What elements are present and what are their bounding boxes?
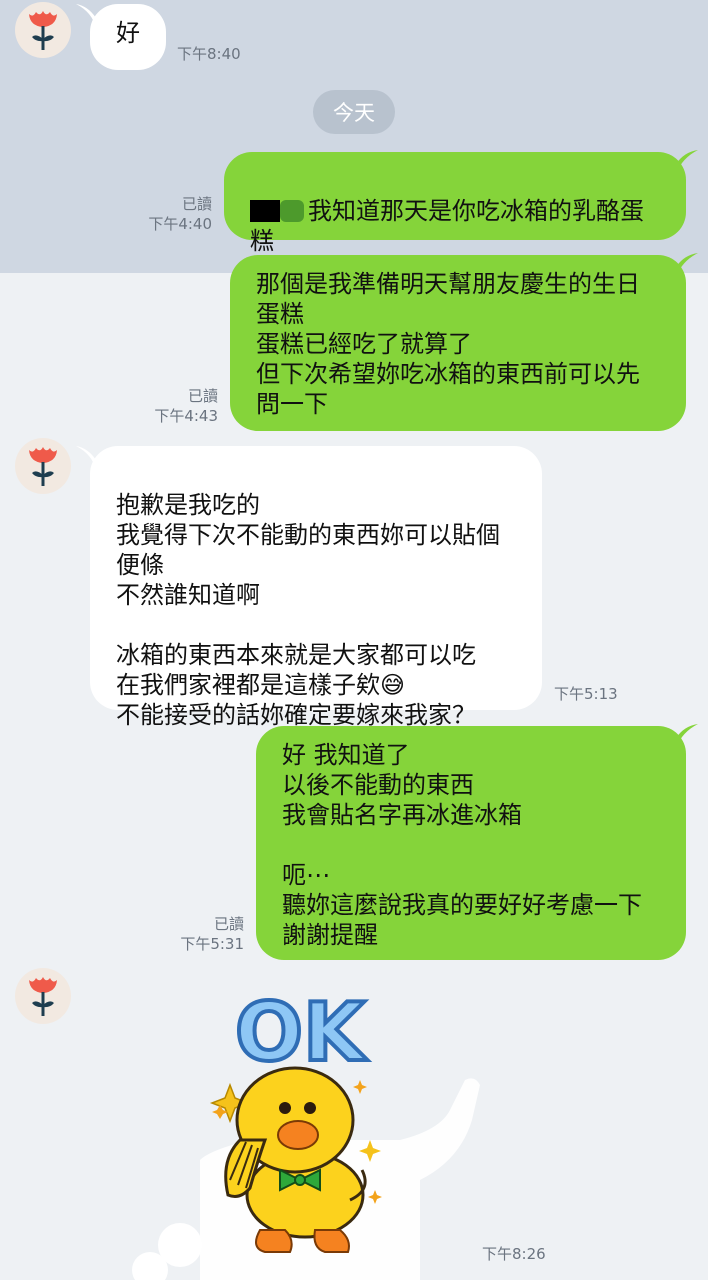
sweat-smile-emoji: 😅 [380, 671, 406, 699]
message-time: 下午4:43 [154, 407, 218, 425]
redacted-name-blur [280, 200, 304, 222]
contact-avatar[interactable] [15, 2, 71, 58]
red-flower-icon [29, 977, 57, 1016]
contact-avatar[interactable] [15, 968, 71, 1024]
read-receipt: 已讀 [187, 387, 218, 405]
date-divider: 今天 [313, 90, 395, 134]
incoming-message[interactable]: 好 [90, 4, 166, 70]
contact-avatar[interactable] [15, 438, 71, 494]
bubble-tail [676, 150, 698, 174]
bubble-tail [676, 253, 698, 277]
chat-view[interactable]: 好 下午8:40 今天 已讀 下午4:40 我知道那天是你吃冰箱的乳酪蛋 糕 已… [0, 0, 708, 1280]
message-text: 抱歉是我吃的 我覺得下次不能動的東西妳可以貼個 便條 不然誰知道啊 冰箱的東西本… [116, 491, 500, 699]
red-flower-icon [29, 447, 57, 486]
message-time: 下午8:26 [482, 1245, 546, 1263]
red-flower-icon [29, 11, 57, 50]
message-time: 下午5:13 [554, 685, 618, 703]
outgoing-message[interactable]: 那個是我準備明天幫朋友慶生的生日 蛋糕 蛋糕已經吃了就算了 但下次希望妳吃冰箱的… [230, 255, 686, 431]
outgoing-message[interactable]: 好 我知道了 以後不能動的東西 我會貼名字再冰進冰箱 呃⋯ 聽妳這麼說我真的要好… [256, 726, 686, 960]
message-time: 下午8:40 [177, 45, 241, 63]
message-time: 下午4:40 [148, 215, 212, 233]
redacted-name [250, 200, 280, 222]
read-receipt: 已讀 [181, 195, 212, 213]
bubble-tail [676, 724, 698, 748]
read-receipt: 已讀 [213, 915, 244, 933]
incoming-message[interactable]: 抱歉是我吃的 我覺得下次不能動的東西妳可以貼個 便條 不然誰知道啊 冰箱的東西本… [90, 446, 542, 729]
message-text: 不能接受的話妳確定要嫁來我家？ [116, 701, 476, 729]
sticker-ok-text: OK [235, 990, 368, 1079]
message-time: 下午5:31 [180, 935, 244, 953]
outgoing-message[interactable]: 我知道那天是你吃冰箱的乳酪蛋 糕 [224, 152, 686, 255]
duck-ok-sticker[interactable]: OK [100, 990, 520, 1280]
